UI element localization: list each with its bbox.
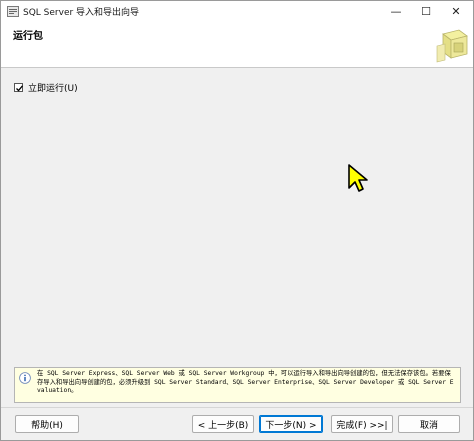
next-button[interactable]: 下一步(N) > xyxy=(259,415,323,433)
footer-divider xyxy=(1,407,473,408)
page-title: 运行包 xyxy=(13,31,43,42)
info-message-text: 在 SQL Server Express、SQL Server Web 或 SQ… xyxy=(37,370,454,395)
checkmark-icon xyxy=(16,85,23,92)
maximize-icon: ☐ xyxy=(421,5,431,18)
app-icon xyxy=(7,6,19,17)
wizard-banner-icon xyxy=(436,29,468,63)
info-icon xyxy=(19,372,31,384)
run-immediately-option[interactable]: 立即运行(U) xyxy=(14,81,78,94)
mouse-pointer-icon xyxy=(348,164,368,192)
wizard-header: 运行包 xyxy=(1,22,473,68)
info-message-box: 在 SQL Server Express、SQL Server Web 或 SQ… xyxy=(14,367,461,403)
help-button[interactable]: 帮助(H) xyxy=(15,415,79,433)
title-bar[interactable]: SQL Server 导入和导出向导 — ☐ ✕ xyxy=(1,1,473,22)
wizard-window: SQL Server 导入和导出向导 — ☐ ✕ 运行包 立即运行(U) 在 S… xyxy=(0,0,474,441)
cancel-button[interactable]: 取消 xyxy=(398,415,460,433)
back-button[interactable]: < 上一步(B) xyxy=(192,415,254,433)
minimize-button[interactable]: — xyxy=(381,1,411,22)
maximize-button[interactable]: ☐ xyxy=(411,1,441,22)
close-button[interactable]: ✕ xyxy=(441,1,471,22)
finish-button[interactable]: 完成(F) >>| xyxy=(331,415,393,433)
minimize-icon: — xyxy=(390,5,402,18)
run-immediately-label: 立即运行(U) xyxy=(28,84,78,94)
run-immediately-checkbox[interactable] xyxy=(14,83,23,92)
close-icon: ✕ xyxy=(451,5,461,18)
window-title: SQL Server 导入和导出向导 xyxy=(23,8,140,18)
